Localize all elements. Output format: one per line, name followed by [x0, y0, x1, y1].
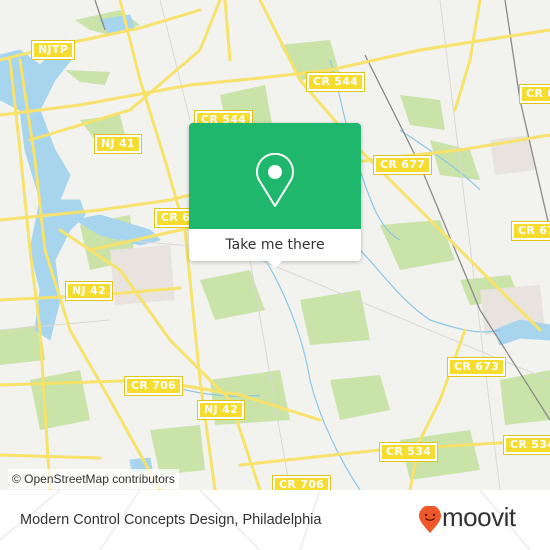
map-attribution[interactable]: © OpenStreetMap contributors: [8, 469, 179, 489]
location-pin-icon: [256, 153, 294, 207]
moovit-pin-icon: [419, 506, 441, 533]
road-label-cr673: CR 673: [512, 222, 550, 240]
road-label-cr534: CR 534: [504, 436, 550, 454]
popup-pointer: [267, 260, 283, 268]
road-label-cr534: CR 534: [380, 443, 438, 461]
road-label-cr677: CR 677: [374, 156, 432, 174]
road-label-cr706: CR 706: [273, 476, 331, 490]
road-label-cr706: CR 706: [125, 377, 183, 395]
destination-popup: Take me there: [189, 123, 361, 268]
popup-header: [189, 123, 361, 229]
road-label-cr673: CR 673: [448, 358, 506, 376]
moovit-wordmark: moovit: [442, 502, 516, 532]
road-label-nj41: NJ 41: [95, 135, 141, 153]
map-view[interactable]: NJTP NJ 41 CR 544 CR 544 CR 67 CR 677 CR…: [0, 0, 550, 490]
road-label-cr544: CR 544: [307, 73, 365, 91]
take-me-there-button[interactable]: Take me there: [189, 229, 361, 261]
road-label-nj42: NJ 42: [198, 401, 244, 419]
place-name: Modern Control Concepts Design, Philadel…: [20, 512, 322, 528]
footer: Modern Control Concepts Design, Philadel…: [0, 490, 550, 550]
road-label-nj42: NJ 42: [66, 282, 112, 300]
road-label-njtp: NJTP: [32, 41, 75, 59]
road-label-cr67: CR 67: [520, 85, 550, 103]
